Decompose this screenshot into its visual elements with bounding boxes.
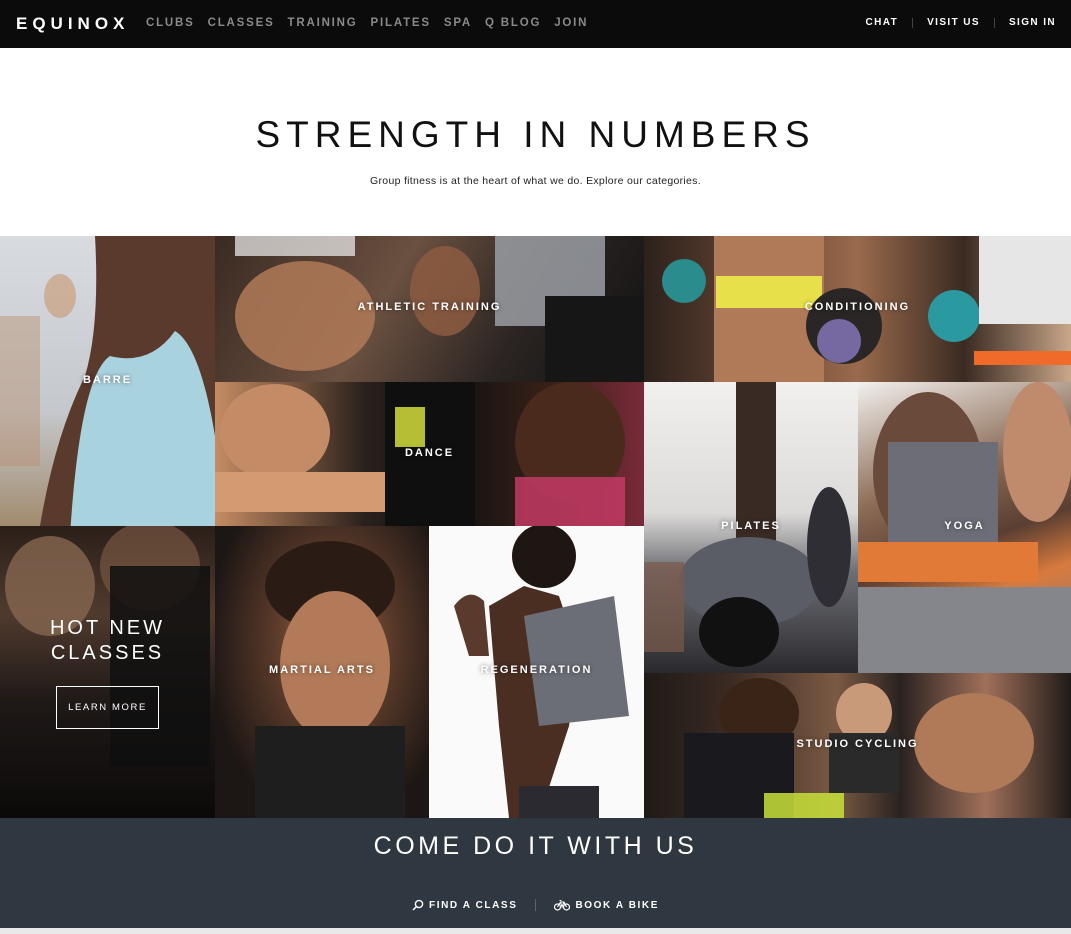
- tile-label-pilates: PILATES: [721, 520, 781, 532]
- bike-icon: [554, 899, 571, 911]
- tile-label-athletic-training: ATHLETIC TRAINING: [357, 301, 502, 313]
- hot-new-classes-photo: [0, 526, 215, 818]
- tile-label-conditioning: CONDITIONING: [804, 301, 911, 313]
- chat-link[interactable]: CHAT: [865, 17, 898, 28]
- category-tile-regeneration[interactable]: REGENERATION: [429, 526, 644, 818]
- search-icon: [412, 899, 424, 911]
- promo-tile-hot-new-classes: HOT NEW CLASSES LEARN MORE: [0, 526, 215, 818]
- category-tile-athletic-training[interactable]: ATHLETIC TRAINING: [215, 236, 644, 382]
- promo-title: HOT NEW CLASSES: [49, 617, 166, 664]
- nav-link-join[interactable]: JOIN: [554, 17, 588, 29]
- learn-more-button[interactable]: LEARN MORE: [56, 686, 159, 729]
- category-tile-dance[interactable]: DANCE: [215, 382, 644, 526]
- tile-label-regeneration: REGENERATION: [480, 664, 593, 676]
- cta-band: COME DO IT WITH US FIND A CLASS BOOK A B…: [0, 818, 1071, 928]
- find-a-class-link[interactable]: FIND A CLASS: [412, 899, 517, 911]
- nav-link-classes[interactable]: CLASSES: [208, 17, 275, 29]
- category-tile-barre[interactable]: BARRE: [0, 236, 215, 526]
- nav-divider: [993, 17, 995, 28]
- nav-divider: [912, 17, 914, 28]
- page-title: STRENGTH IN NUMBERS: [255, 114, 816, 155]
- category-tile-conditioning[interactable]: CONDITIONING: [644, 236, 1071, 382]
- nav-link-training[interactable]: TRAINING: [288, 17, 358, 29]
- cta-links: FIND A CLASS BOOK A BIKE: [0, 899, 1071, 911]
- nav-link-spa[interactable]: SPA: [444, 17, 472, 29]
- tile-label-yoga: YOGA: [944, 520, 985, 532]
- tile-label-studio-cycling: STUDIO CYCLING: [796, 738, 919, 750]
- equinox-logo[interactable]: EQUINOX: [16, 14, 129, 34]
- page-bottom-strip: [0, 928, 1071, 934]
- main-nav-links: CLUBS CLASSES TRAINING PILATES SPA Q BLO…: [146, 17, 601, 29]
- page-subtitle: Group fitness is at the heart of what we…: [370, 175, 701, 187]
- nav-link-q-blog[interactable]: Q BLOG: [485, 17, 541, 29]
- book-a-bike-link[interactable]: BOOK A BIKE: [554, 899, 659, 911]
- category-tile-pilates[interactable]: PILATES: [644, 382, 858, 673]
- tile-label-martial-arts: MARTIAL ARTS: [269, 664, 375, 676]
- nav-link-clubs[interactable]: CLUBS: [146, 17, 195, 29]
- tile-label-dance: DANCE: [404, 447, 455, 459]
- nav-link-pilates[interactable]: PILATES: [371, 17, 431, 29]
- category-tile-martial-arts[interactable]: MARTIAL ARTS: [215, 526, 429, 818]
- cta-divider: [535, 899, 537, 911]
- category-tile-studio-cycling[interactable]: STUDIO CYCLING: [644, 673, 1071, 818]
- category-tile-yoga[interactable]: YOGA: [858, 382, 1071, 673]
- tile-label-barre: BARRE: [82, 374, 133, 386]
- visit-us-link[interactable]: VISIT US: [927, 17, 980, 28]
- sign-in-link[interactable]: SIGN IN: [1009, 17, 1056, 28]
- cta-title: COME DO IT WITH US: [373, 832, 698, 860]
- utility-nav: CHAT VISIT US SIGN IN: [865, 17, 1056, 28]
- top-navigation: EQUINOX CLUBS CLASSES TRAINING PILATES S…: [0, 0, 1071, 48]
